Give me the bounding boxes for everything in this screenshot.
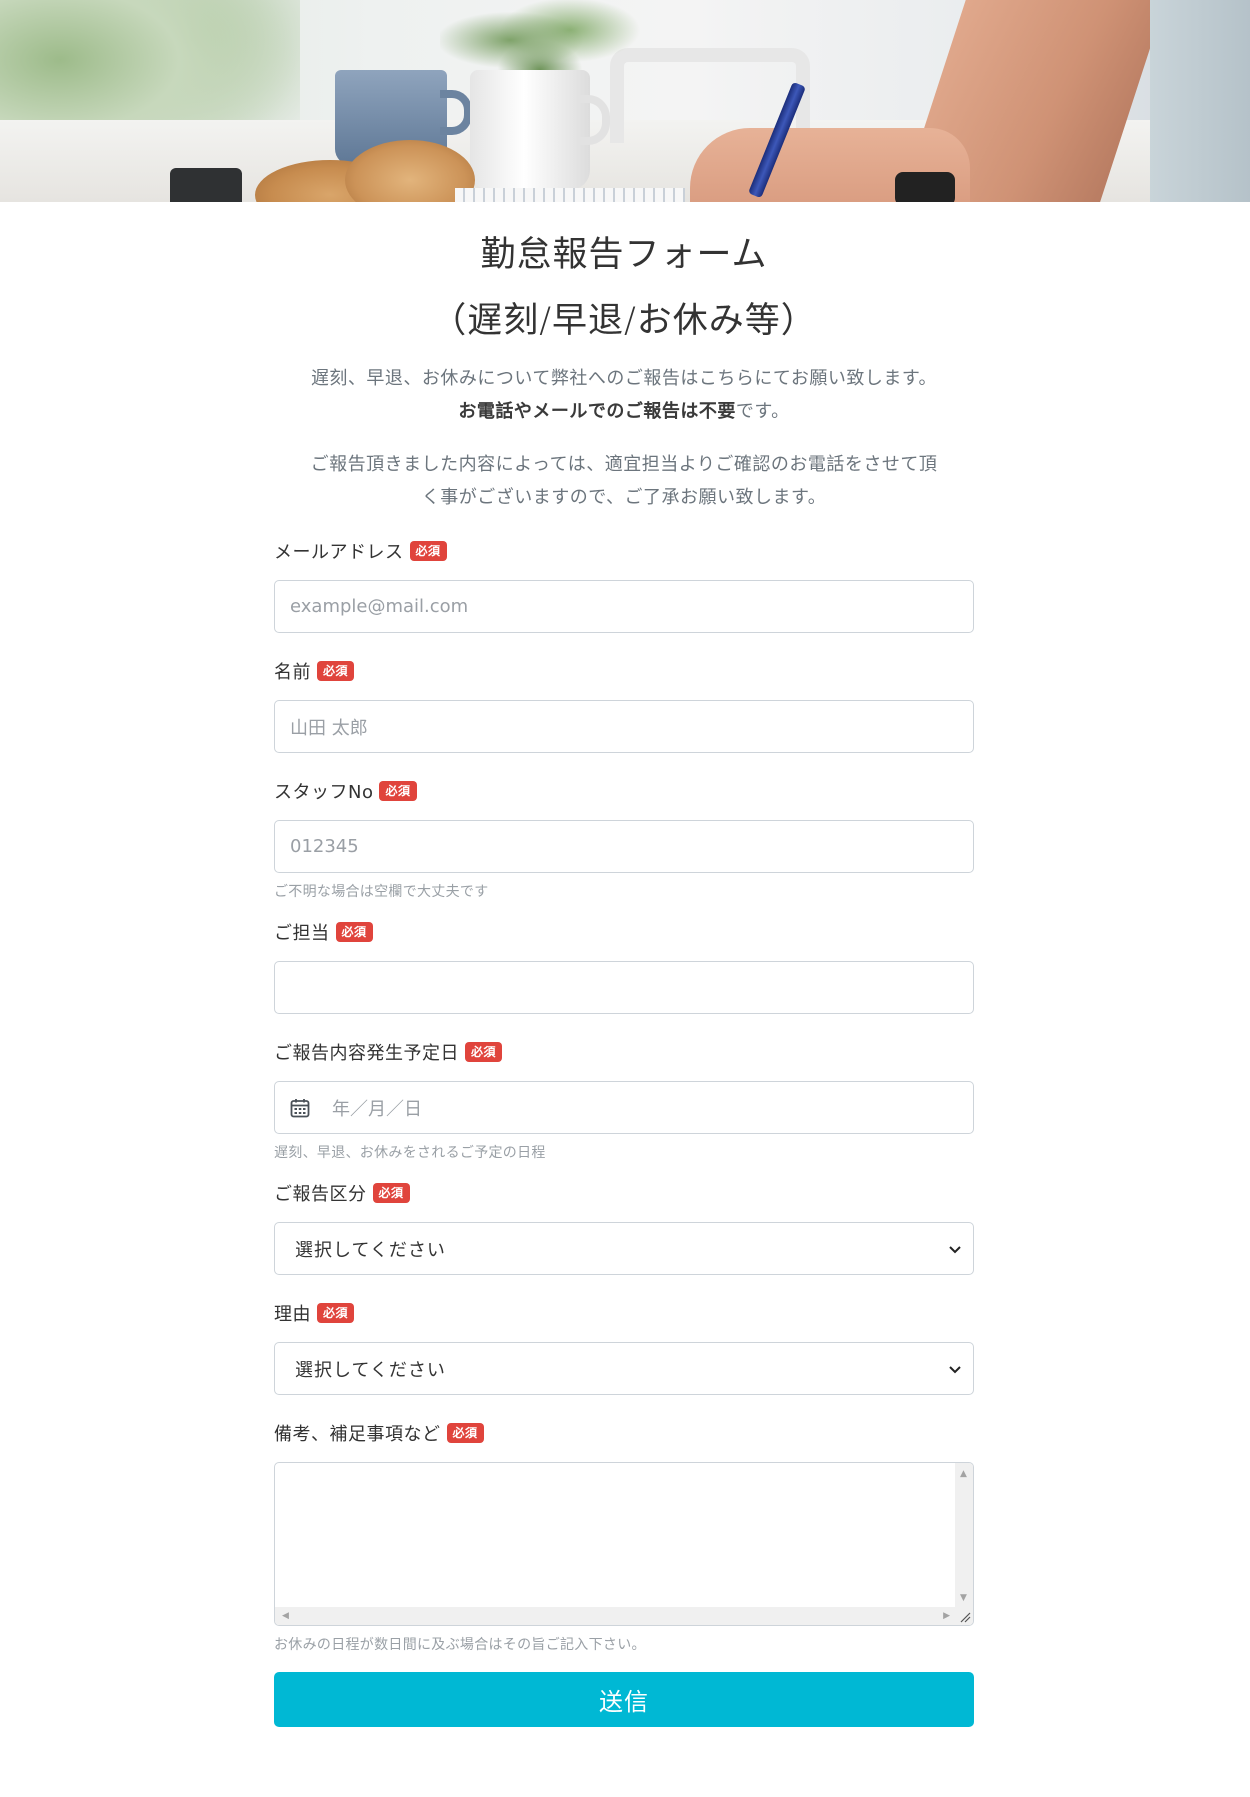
date-hint: 遅刻、早退、お休みをされるご予定の日程: [274, 1145, 546, 1161]
reason-label: 理由 必須: [274, 1298, 974, 1328]
date-field[interactable]: 年／月／日: [274, 1081, 974, 1134]
staff-no-group: スタッフNo 必須 012345 ご不明な場合は空欄で大丈夫です: [274, 776, 974, 901]
hero-image: [0, 0, 1250, 202]
staff-no-label: スタッフNo 必須: [274, 776, 974, 806]
scroll-down-arrow-icon[interactable]: ▼: [960, 1593, 967, 1603]
report-form: 勤怠報告フォーム （遅刻/早退/お休み等） 遅刻、早退、お休みについて弊社へのご…: [274, 222, 974, 1727]
horizontal-scrollbar[interactable]: ◀ ▶: [275, 1607, 957, 1625]
required-badge: 必須: [317, 1303, 355, 1323]
date-label: ご報告内容発生予定日 必須: [274, 1037, 974, 1067]
required-badge: 必須: [379, 781, 417, 801]
scroll-right-arrow-icon[interactable]: ▶: [943, 1611, 950, 1621]
title-line-2: （遅刻/早退/お休み等）: [431, 301, 817, 341]
required-badge: 必須: [409, 541, 447, 561]
staff-no-hint: ご不明な場合は空欄で大丈夫です: [274, 884, 489, 900]
category-group: ご報告区分 必須 選択してください: [274, 1178, 974, 1275]
remarks-textarea[interactable]: ▲ ▼ ◀ ▶: [274, 1462, 974, 1626]
category-select[interactable]: 選択してください: [274, 1222, 974, 1275]
scroll-up-arrow-icon[interactable]: ▲: [960, 1469, 967, 1479]
email-group: メールアドレス 必須 example@mail.com: [274, 536, 974, 633]
page-title: 勤怠報告フォーム （遅刻/早退/お休み等）: [274, 222, 974, 354]
remarks-label: 備考、補足事項など 必須: [274, 1418, 974, 1448]
required-badge: 必須: [465, 1042, 503, 1062]
required-badge: 必須: [317, 661, 355, 681]
calendar-icon[interactable]: [290, 1098, 310, 1118]
chevron-down-icon: [949, 1365, 961, 1373]
scroll-left-arrow-icon[interactable]: ◀: [282, 1611, 289, 1621]
contact-field[interactable]: [274, 961, 974, 1014]
chevron-down-icon: [949, 1245, 961, 1253]
resize-handle-icon[interactable]: [955, 1607, 973, 1625]
remarks-group: 備考、補足事項など 必須 ▲ ▼ ◀ ▶ お休みの日程が数日間に及ぶ場合はその旨…: [274, 1418, 974, 1654]
name-label: 名前 必須: [274, 656, 974, 686]
name-group: 名前 必須 山田 太郎: [274, 656, 974, 753]
email-label: メールアドレス 必須: [274, 536, 974, 566]
intro-text: 遅刻、早退、お休みについて弊社へのご報告はこちらにてお願い致します。 お電話やメ…: [310, 368, 938, 422]
title-line-1: 勤怠報告フォーム: [480, 235, 768, 275]
required-badge: 必須: [446, 1423, 484, 1443]
reason-group: 理由 必須 選択してください: [274, 1298, 974, 1395]
staff-no-field[interactable]: 012345: [274, 820, 974, 873]
date-group: ご報告内容発生予定日 必須 年／月／日 遅刻、早退、お休みをされるご予定の日程: [274, 1037, 974, 1162]
email-field[interactable]: example@mail.com: [274, 580, 974, 633]
remarks-hint: お休みの日程が数日間に及ぶ場合はその旨ご記入下さい。: [274, 1637, 646, 1653]
category-label: ご報告区分 必須: [274, 1178, 974, 1208]
reason-select[interactable]: 選択してください: [274, 1342, 974, 1395]
notice-text: ご報告頂きました内容によっては、適宜担当よりご確認のお電話をさせて頂 く事がござ…: [310, 454, 938, 508]
required-badge: 必須: [335, 922, 373, 942]
vertical-scrollbar[interactable]: ▲ ▼: [955, 1463, 973, 1609]
intro-emphasis: お電話やメールでのご報告は不要: [458, 401, 736, 422]
contact-group: ご担当 必須: [274, 917, 974, 1014]
submit-button[interactable]: 送信: [274, 1672, 974, 1727]
required-badge: 必須: [372, 1183, 410, 1203]
contact-label: ご担当 必須: [274, 917, 974, 947]
name-field[interactable]: 山田 太郎: [274, 700, 974, 753]
